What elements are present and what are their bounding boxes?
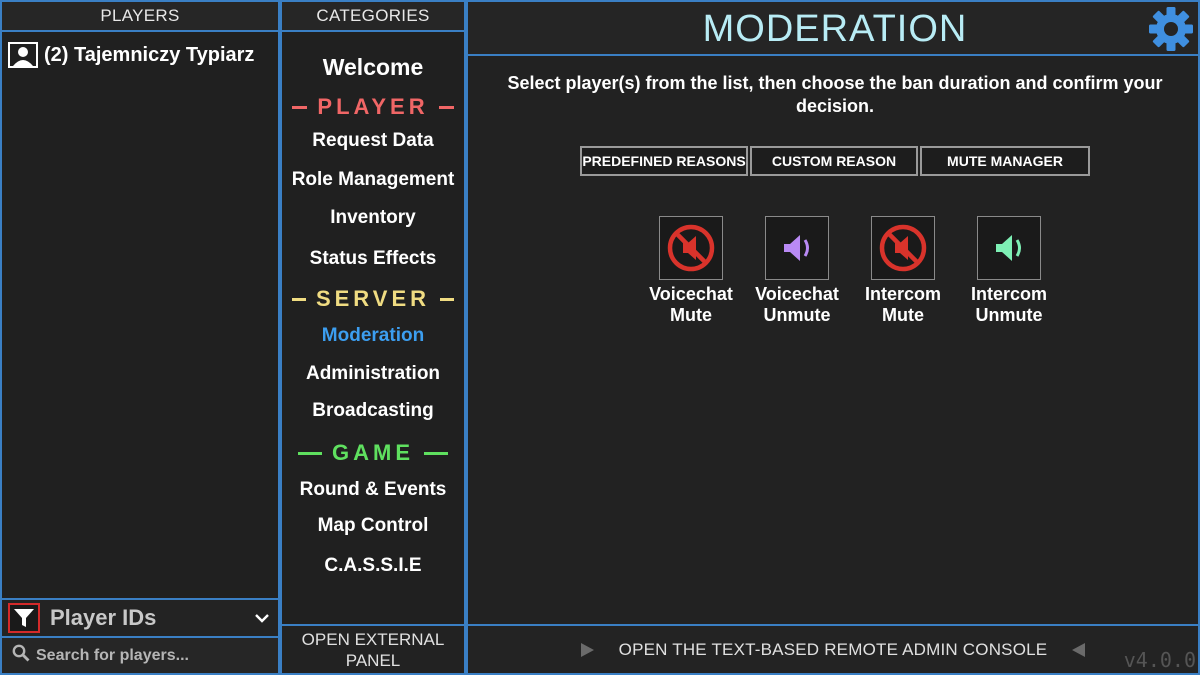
main-header: MODERATION	[466, 0, 1200, 56]
category-welcome[interactable]: Welcome	[282, 54, 464, 81]
action-label-line: Unmute	[763, 305, 831, 325]
player-name: (2) Tajemniczy Typiarz	[44, 43, 255, 66]
section-divider	[438, 105, 454, 109]
category-status-effects[interactable]: Status Effects	[282, 248, 464, 270]
category-map-control[interactable]: Map Control	[282, 515, 464, 537]
action-label-line: Mute	[669, 305, 712, 325]
action-label-line: Unmute	[975, 305, 1043, 325]
instructions-text: Select player(s) from the list, then cho…	[507, 73, 1163, 116]
action-label-line: Mute	[882, 305, 924, 325]
tab-custom-reason[interactable]: CUSTOM REASON	[750, 146, 918, 176]
section-player-title: PLAYER	[317, 94, 429, 119]
play-left-icon	[1072, 642, 1086, 657]
category-administration[interactable]: Administration	[282, 363, 464, 385]
open-external-panel-button[interactable]: OPEN EXTERNAL PANEL	[280, 624, 466, 675]
intercom-unmute-button[interactable]: Intercom Unmute	[956, 216, 1062, 326]
action-label-line: Intercom	[970, 284, 1048, 304]
voicechat-unmute-button[interactable]: Voicechat Unmute	[744, 216, 850, 326]
open-external-label: OPEN EXTERNAL PANEL	[301, 629, 445, 670]
mute-actions: Voicechat Mute Voicechat Unmute Intercom…	[638, 216, 1062, 326]
speaker-icon	[784, 235, 809, 261]
section-divider	[292, 105, 308, 109]
action-label-line: Voicechat	[649, 284, 733, 304]
section-game-header: GAME	[282, 440, 464, 466]
section-divider	[440, 297, 454, 301]
tab-mute-manager[interactable]: MUTE MANAGER	[920, 146, 1090, 176]
action-label: Intercom Mute	[865, 284, 941, 326]
section-server-header: SERVER	[282, 286, 464, 312]
tab-predefined-reasons[interactable]: PREDEFINED REASONS	[580, 146, 748, 176]
action-label-line: Intercom	[864, 284, 942, 304]
page-title: MODERATION	[702, 8, 968, 50]
search-icon	[12, 644, 30, 667]
muted-speaker-icon	[879, 224, 927, 272]
moderation-tabs: PREDEFINED REASONS CUSTOM REASON MUTE MA…	[580, 146, 1090, 176]
muted-speaker-icon	[667, 224, 715, 272]
player-item[interactable]: (2) Tajemniczy Typiarz	[8, 42, 272, 68]
search-bar	[0, 636, 280, 675]
action-icon-box	[977, 216, 1041, 280]
voicechat-mute-button[interactable]: Voicechat Mute	[638, 216, 744, 326]
action-label: Voicechat Mute	[649, 284, 733, 326]
section-server-title: SERVER	[315, 286, 431, 311]
tab-label: PREDEFINED REASONS	[582, 153, 746, 169]
category-role-management[interactable]: Role Management	[282, 169, 464, 191]
version-label: v4.0.0	[1123, 648, 1196, 672]
gear-icon[interactable]	[1148, 6, 1194, 52]
tab-label: CUSTOM REASON	[771, 153, 897, 169]
intercom-mute-button[interactable]: Intercom Mute	[850, 216, 956, 326]
tab-label: MUTE MANAGER	[947, 153, 1063, 169]
section-player-header: PLAYER	[282, 94, 464, 120]
action-icon-box	[765, 216, 829, 280]
category-round-events[interactable]: Round & Events	[282, 479, 464, 501]
section-divider	[292, 297, 306, 301]
category-list: Welcome PLAYER Request Data Role Managem…	[280, 30, 466, 626]
category-moderation[interactable]: Moderation	[282, 325, 464, 347]
category-cassie[interactable]: C.A.S.S.I.E	[282, 555, 464, 577]
player-list: (2) Tajemniczy Typiarz	[0, 30, 280, 600]
category-request-data[interactable]: Request Data	[282, 130, 464, 152]
search-input[interactable]	[36, 646, 266, 665]
action-label: Intercom Unmute	[971, 284, 1047, 326]
categories-header-label: CATEGORIES	[316, 6, 430, 25]
players-header-label: PLAYERS	[100, 6, 180, 25]
chevron-down-icon[interactable]	[252, 608, 272, 628]
players-header: PLAYERS	[0, 0, 280, 32]
open-console-button[interactable]: OPEN THE TEXT-BASED REMOTE ADMIN CONSOLE	[466, 624, 1200, 675]
console-button-label: OPEN THE TEXT-BASED REMOTE ADMIN CONSOLE	[618, 639, 1048, 659]
section-divider	[424, 451, 448, 455]
section-divider	[298, 451, 322, 455]
speaker-icon	[996, 235, 1021, 261]
action-label-line: Voicechat	[755, 284, 839, 304]
user-icon	[8, 42, 38, 68]
moderation-panel: Select player(s) from the list, then cho…	[466, 54, 1200, 626]
filter-icon[interactable]	[8, 603, 40, 633]
action-icon-box	[659, 216, 723, 280]
action-label: Voicechat Unmute	[755, 284, 839, 326]
category-inventory[interactable]: Inventory	[282, 207, 464, 229]
action-icon-box	[871, 216, 935, 280]
categories-header: CATEGORIES	[280, 0, 466, 32]
player-filter-dropdown[interactable]: Player IDs	[0, 598, 280, 638]
category-broadcasting[interactable]: Broadcasting	[282, 400, 464, 422]
section-game-title: GAME	[332, 440, 414, 465]
filter-label: Player IDs	[50, 605, 157, 630]
play-right-icon	[580, 642, 594, 657]
